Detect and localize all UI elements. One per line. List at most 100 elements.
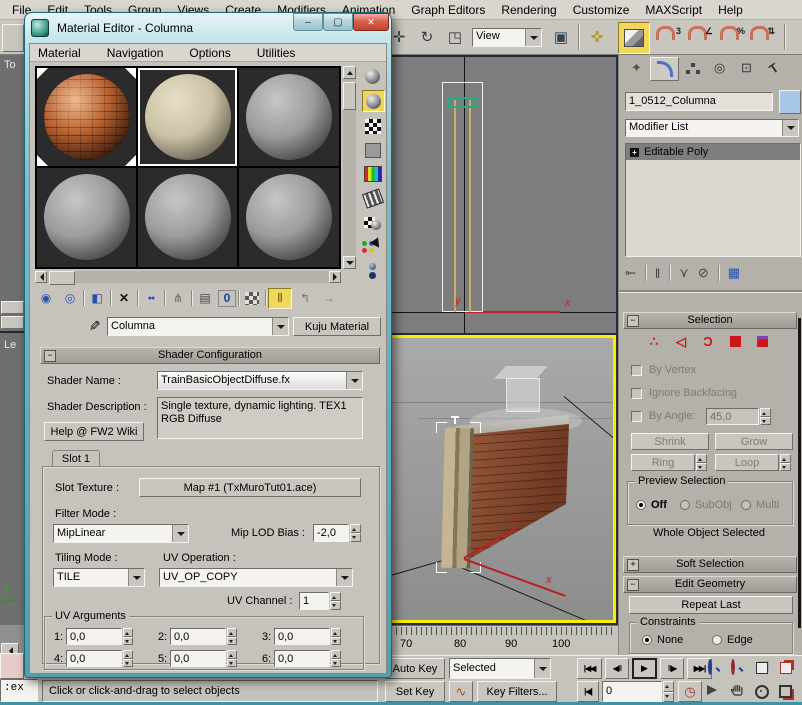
- help-fw2-wiki-button[interactable]: Help @ FW2 Wiki: [44, 422, 144, 441]
- constraint-none-radio[interactable]: [642, 635, 652, 645]
- preview-off-radio[interactable]: [636, 500, 646, 510]
- shrink-button[interactable]: Shrink: [631, 433, 709, 450]
- repeat-last-button[interactable]: Repeat Last: [629, 596, 793, 614]
- panel-scrollbar[interactable]: [798, 318, 801, 628]
- mip-lod-bias-field[interactable]: -2,0: [313, 524, 349, 542]
- chevron-down-icon[interactable]: [525, 29, 541, 46]
- modifier-list-dropdown[interactable]: Modifier List: [625, 119, 799, 137]
- pan-hand-icon[interactable]: [730, 683, 745, 701]
- tab-motion[interactable]: ◎: [706, 57, 733, 79]
- snaps-toggle-icon[interactable]: [618, 22, 650, 54]
- selection-set-dropdown[interactable]: Selected: [449, 658, 551, 679]
- ignore-backfacing-checkbox[interactable]: [631, 388, 642, 399]
- chevron-down-icon[interactable]: [272, 318, 288, 335]
- put-to-library-icon[interactable]: ▤: [194, 289, 216, 308]
- material-id-channel-icon[interactable]: 0: [218, 290, 236, 307]
- stack-item-editable-poly[interactable]: + Editable Poly: [626, 144, 800, 160]
- material-name-dropdown[interactable]: Columna: [107, 317, 289, 336]
- soft-selection-rollout-header[interactable]: + Soft Selection: [623, 556, 797, 573]
- show-map-in-viewport-icon[interactable]: [241, 289, 263, 308]
- remove-modifier-icon[interactable]: ⊘: [698, 265, 709, 281]
- collapse-icon[interactable]: −: [627, 579, 639, 591]
- ring-button[interactable]: Ring: [631, 454, 695, 471]
- frame-spinner[interactable]: [663, 681, 674, 702]
- use-center-icon[interactable]: ▣: [548, 24, 574, 50]
- backlight-icon[interactable]: [362, 90, 385, 112]
- show-end-result-icon[interactable]: ‖: [655, 266, 660, 281]
- edge-icon[interactable]: ◁: [672, 334, 690, 349]
- maxscript-listener-pink[interactable]: [0, 653, 24, 679]
- sample-type-icon[interactable]: [362, 66, 383, 86]
- assign-to-selection-icon[interactable]: ◧: [86, 289, 108, 308]
- object-name-field[interactable]: 1_0512_Columna: [625, 92, 773, 111]
- edge-button[interactable]: [1, 316, 24, 329]
- mip-lod-bias-spinner[interactable]: [350, 524, 361, 542]
- uv-arg-field[interactable]: 0,0: [66, 628, 122, 645]
- expand-icon[interactable]: +: [630, 148, 639, 157]
- go-to-start-button[interactable]: |◀◀: [577, 658, 602, 679]
- chevron-down-icon[interactable]: [782, 120, 798, 136]
- next-frame-button[interactable]: ‖▶: [660, 658, 684, 679]
- preview-multi-radio[interactable]: [741, 500, 751, 510]
- select-by-material-icon[interactable]: [362, 236, 383, 256]
- timeline-ruler[interactable]: 70 80 90 100: [383, 625, 618, 655]
- sample-uv-tiling-icon[interactable]: [362, 140, 383, 160]
- uv-arg-spinner[interactable]: [331, 628, 341, 645]
- tab-create[interactable]: ✦: [623, 57, 650, 79]
- close-button[interactable]: ✕: [353, 13, 389, 31]
- edge-button[interactable]: [1, 301, 24, 314]
- polygon-icon[interactable]: [726, 334, 744, 349]
- menu-navigation[interactable]: Navigation: [107, 46, 164, 60]
- by-angle-checkbox[interactable]: [631, 411, 642, 422]
- material-map-navigator-icon[interactable]: [362, 260, 383, 280]
- by-angle-spinner[interactable]: [760, 408, 771, 425]
- maximize-viewport-icon[interactable]: [779, 685, 792, 698]
- menu-rendering[interactable]: Rendering: [493, 3, 564, 17]
- video-color-check-icon[interactable]: [362, 164, 383, 184]
- slots-vertical-scrollbar[interactable]: [343, 66, 356, 269]
- shader-configuration-rollout[interactable]: − Shader Configuration: [40, 347, 380, 364]
- configure-modifier-sets-icon[interactable]: ▦: [728, 265, 740, 281]
- uv-arg-field[interactable]: 0,0: [66, 650, 122, 667]
- ring-spinner[interactable]: [696, 454, 707, 471]
- grow-button[interactable]: Grow: [715, 433, 793, 450]
- zoom-icon[interactable]: [708, 661, 712, 673]
- reset-map-icon[interactable]: ✕: [113, 289, 135, 308]
- arc-rotate-icon[interactable]: [755, 685, 769, 699]
- by-vertex-checkbox[interactable]: [631, 365, 642, 376]
- uv-arg-spinner[interactable]: [123, 650, 133, 667]
- menu-material[interactable]: Material: [38, 46, 81, 60]
- show-end-result-icon[interactable]: ‖: [268, 288, 292, 309]
- material-slot-active-stone[interactable]: [138, 68, 237, 166]
- maxscript-listener-white[interactable]: :ex: [0, 679, 38, 702]
- uv-arg-field[interactable]: 0,0: [274, 628, 330, 645]
- border-icon[interactable]: Ɔ: [699, 334, 717, 349]
- edit-geometry-rollout-header[interactable]: − Edit Geometry: [623, 576, 797, 593]
- constraint-edge-radio[interactable]: [712, 635, 722, 645]
- menu-options[interactable]: Options: [189, 46, 230, 60]
- uv-arg-spinner[interactable]: [227, 628, 237, 645]
- loop-spinner[interactable]: [780, 454, 791, 471]
- material-options-icon[interactable]: [362, 212, 383, 232]
- spinner-snap-icon[interactable]: ⇅: [750, 26, 776, 50]
- viewport-perspective[interactable]: y x: [385, 335, 616, 623]
- menu-customize[interactable]: Customize: [565, 3, 638, 17]
- chevron-down-icon[interactable]: [172, 525, 188, 542]
- menu-utilities[interactable]: Utilities: [257, 46, 296, 60]
- object-color-swatch[interactable]: [779, 90, 801, 114]
- key-mode-toggle[interactable]: |◀|: [577, 681, 599, 702]
- select-scale-icon[interactable]: ◳: [442, 24, 468, 50]
- zoom-all-icon[interactable]: [731, 661, 735, 673]
- chevron-down-icon[interactable]: [128, 569, 144, 586]
- uv-arg-spinner[interactable]: [331, 650, 341, 667]
- material-slot[interactable]: [138, 168, 237, 267]
- put-to-scene-icon[interactable]: ◎: [59, 289, 81, 308]
- tab-hierarchy[interactable]: [679, 57, 706, 79]
- tab-utilities[interactable]: T: [756, 51, 791, 85]
- slot-texture-button[interactable]: Map #1 (TxMuroTut01.ace): [139, 478, 361, 497]
- chevron-down-icon[interactable]: [336, 569, 352, 586]
- pin-stack-icon[interactable]: ⊸: [625, 265, 636, 281]
- toolbar-partial-button[interactable]: [2, 24, 24, 52]
- element-icon[interactable]: [753, 334, 771, 349]
- time-configuration-icon[interactable]: ◷: [678, 681, 702, 702]
